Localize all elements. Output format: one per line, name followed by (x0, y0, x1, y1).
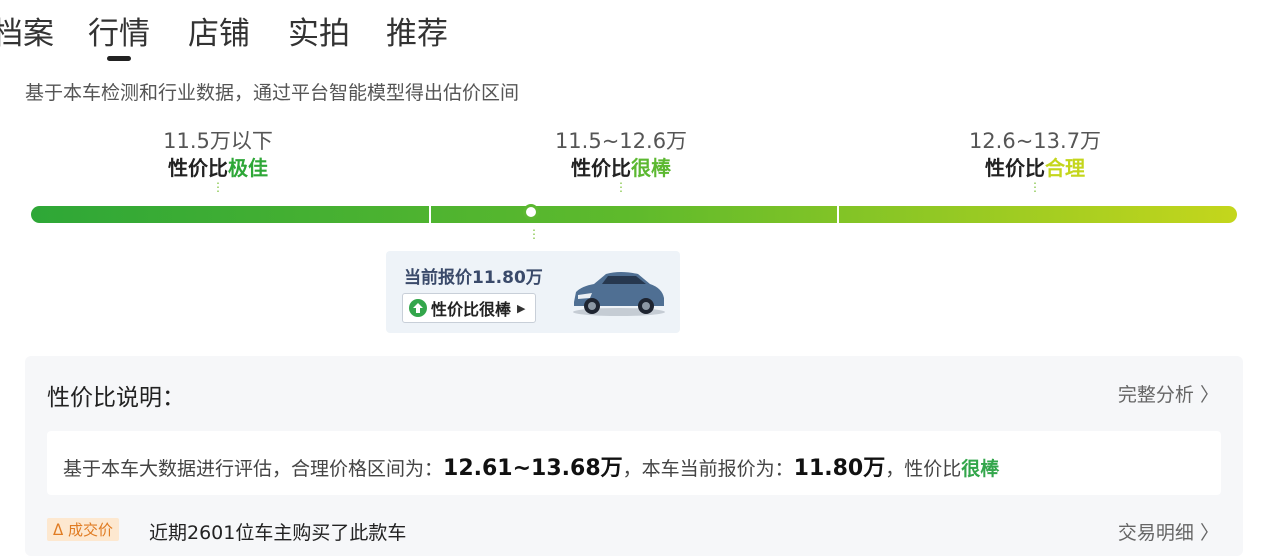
triangle-right-icon: ▶ (517, 301, 526, 315)
bar-divider (837, 206, 839, 223)
value-rating-label: 性价比很棒 (431, 300, 512, 319)
estimate-description: 基于本车检测和行业数据，通过平台智能模型得出估价区间 (25, 82, 520, 104)
tab-photos[interactable]: 实拍 (288, 12, 350, 56)
dotted-connector-icon: ⋮ (1029, 180, 1041, 194)
value-explanation-panel: 性价比说明： 完整分析 〉 基于本车大数据进行评估，合理价格区间为：12.61~… (25, 356, 1243, 556)
segment-rating: 性价比极佳 (168, 156, 268, 180)
segment-range: 11.5万以下 (163, 129, 273, 153)
chevron-right-icon: 〉 (1199, 384, 1219, 406)
tab-recommend[interactable]: 推荐 (386, 12, 448, 56)
price-range-bar (31, 206, 1237, 223)
evaluation-box: 基于本车大数据进行评估，合理价格区间为：12.61~13.68万，本车当前报价为… (47, 431, 1221, 495)
transaction-detail-link[interactable]: 交易明细 〉 (1118, 518, 1219, 545)
segment-label-excellent: 11.5万以下 性价比极佳 ⋮ (98, 128, 338, 194)
current-price-marker (523, 204, 539, 220)
bar-divider (429, 206, 431, 223)
tab-archive[interactable]: 档案 (0, 12, 54, 56)
value-rating-button[interactable]: 性价比很棒 ▶ (402, 293, 537, 323)
panel-title: 性价比说明： (47, 385, 185, 411)
deal-price-badge: ᐃ 成交价 (47, 518, 120, 541)
evaluation-text: 基于本车大数据进行评估，合理价格区间为：12.61~13.68万，本车当前报价为… (63, 456, 1000, 481)
segment-range: 11.5~12.6万 (554, 129, 688, 153)
tab-market[interactable]: 行情 (88, 12, 150, 56)
deal-count-text: 近期2601位车主购买了此款车 (149, 522, 407, 544)
full-analysis-link[interactable]: 完整分析 〉 (1118, 380, 1219, 407)
deal-icon: ᐃ (53, 521, 64, 539)
chevron-right-icon: 〉 (1199, 522, 1219, 544)
tab-store[interactable]: 店铺 (188, 12, 250, 56)
up-arrow-icon (409, 299, 427, 317)
car-image (573, 272, 665, 316)
segment-label-great: 11.5~12.6万 性价比很棒 ⋮ (501, 128, 741, 194)
segment-rating: 性价比很棒 (571, 156, 671, 180)
segment-label-reasonable: 12.6~13.7万 性价比合理 ⋮ (915, 128, 1155, 194)
dotted-connector-icon: ⋮ (615, 180, 627, 194)
dotted-connector-icon: ⋮ (212, 180, 224, 194)
dotted-connector-icon: ⋮ (528, 227, 540, 241)
segment-rating: 性价比合理 (985, 156, 1085, 180)
current-price-label: 当前报价11.80万 (404, 268, 543, 288)
segment-range: 12.6~13.7万 (968, 129, 1102, 153)
